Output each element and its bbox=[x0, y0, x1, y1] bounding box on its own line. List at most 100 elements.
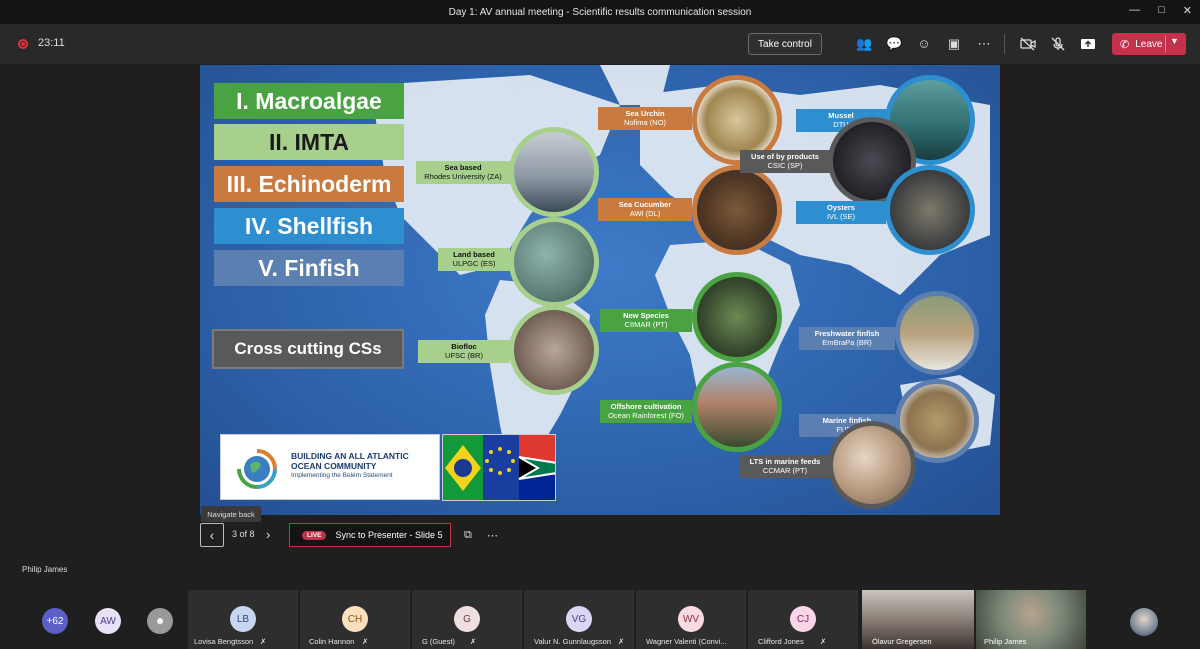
participant-tile[interactable]: CH Colin Hannon ✗ bbox=[300, 590, 410, 649]
more-options-icon[interactable]: ⋯ bbox=[487, 529, 498, 542]
participant-avatar: G bbox=[454, 606, 480, 632]
sea-urchin-org: Nofima (NO) bbox=[623, 118, 667, 128]
participant-video-tile[interactable]: Ólavur Gregersen bbox=[862, 590, 974, 649]
by-products-org: CSIC (SP) bbox=[767, 161, 803, 171]
partner-flags bbox=[442, 434, 556, 501]
participant-name: Valur N. Gunnlaugsson bbox=[534, 637, 611, 646]
close-icon[interactable]: ✕ bbox=[1183, 4, 1192, 17]
pop-out-icon[interactable]: ⧉ bbox=[464, 529, 472, 542]
leave-divider bbox=[1165, 36, 1166, 52]
participant-tile[interactable]: WV Wagner Valenti (Convi... bbox=[636, 590, 746, 649]
mic-off-icon: ✗ bbox=[618, 637, 625, 646]
participant-tile[interactable]: CJ Clifford Jones ✗ bbox=[748, 590, 858, 649]
self-avatar[interactable] bbox=[1130, 608, 1158, 636]
minimize-icon[interactable]: — bbox=[1129, 4, 1140, 17]
land-based-title: Land based bbox=[453, 250, 495, 259]
mic-off-icon[interactable] bbox=[1050, 36, 1066, 52]
reactions-icon[interactable]: ☺ bbox=[916, 36, 932, 52]
sync-label: Sync to Presenter - Slide 5 bbox=[335, 530, 443, 540]
share-icon[interactable] bbox=[1080, 36, 1096, 52]
sea-cucumber-label: Sea Cucumber AWI (DL) bbox=[598, 198, 692, 221]
new-species-org: CIIMAR (PT) bbox=[624, 320, 668, 330]
oysters-org: IVL (SE) bbox=[826, 212, 856, 222]
lts-photo bbox=[828, 421, 916, 509]
biofloc-label: Biofloc UFSC (BR) bbox=[418, 340, 510, 363]
chevron-right-icon[interactable]: › bbox=[266, 527, 270, 542]
content-stage: I. Macroalgae II. IMTA III. Echinoderm I… bbox=[0, 64, 1200, 590]
participant-name: Colin Hannon bbox=[309, 637, 355, 646]
by-products-title: Use of by products bbox=[751, 152, 819, 161]
chat-icon[interactable]: 💬 bbox=[886, 36, 902, 52]
people-icon[interactable]: 👥 bbox=[856, 36, 872, 52]
phone-icon: ✆ bbox=[1120, 38, 1130, 51]
offshore-title: Offshore cultivation bbox=[610, 402, 682, 411]
oysters-title: Oysters bbox=[827, 203, 855, 212]
freshwater-photo bbox=[895, 291, 979, 375]
land-based-label: Land based ULPGC (ES) bbox=[438, 248, 510, 271]
leave-label: Leave bbox=[1135, 38, 1163, 50]
participants-strip: +62 AW ☻ LB Lovisa Bengtsson ✗ CH Colin … bbox=[0, 590, 1200, 649]
mic-off-icon: ✗ bbox=[820, 637, 827, 646]
participant-name: Wagner Valenti (Convi... bbox=[646, 637, 727, 646]
take-control-button[interactable]: Take control bbox=[748, 33, 822, 55]
overflow-count[interactable]: +62 bbox=[42, 608, 68, 634]
freshwater-org: EmBraPa (BR) bbox=[822, 338, 872, 348]
all-atlantic-logo: BUILDING AN ALL ATLANTIC OCEAN COMMUNITY… bbox=[220, 434, 440, 500]
chevron-left-icon: ‹ bbox=[209, 527, 215, 543]
biofloc-title: Biofloc bbox=[451, 342, 477, 351]
camera-off-icon[interactable] bbox=[1020, 36, 1036, 52]
offshore-org: Ocean Rainforest (FO) bbox=[608, 411, 684, 421]
maximize-icon[interactable]: □ bbox=[1158, 4, 1165, 17]
participant-video-tile[interactable]: Philip James bbox=[976, 590, 1086, 649]
navigate-back-button[interactable]: ‹ bbox=[200, 523, 224, 547]
category-macroalgae: I. Macroalgae bbox=[214, 83, 404, 119]
participant-tile[interactable]: LB Lovisa Bengtsson ✗ bbox=[188, 590, 298, 649]
window-controls: — □ ✕ bbox=[1129, 4, 1192, 17]
mic-off-icon: ✗ bbox=[260, 637, 267, 646]
category-finfish: V. Finfish bbox=[214, 250, 404, 286]
land-based-org: ULPGC (ES) bbox=[452, 259, 496, 269]
lts-label: LTS in marine feeds CCMAR (PT) bbox=[740, 455, 830, 478]
leave-button[interactable]: ✆ Leave ▼ bbox=[1112, 33, 1186, 55]
oysters-label: Oysters IVL (SE) bbox=[796, 201, 886, 224]
lts-title: LTS in marine feeds bbox=[749, 457, 821, 466]
new-species-title: New Species bbox=[623, 311, 669, 320]
sync-to-presenter-button[interactable]: LIVE Sync to Presenter - Slide 5 bbox=[289, 523, 451, 547]
participant-avatar: WV bbox=[678, 606, 704, 632]
lts-org: CCMAR (PT) bbox=[762, 466, 808, 476]
sea-urchin-title: Sea Urchin bbox=[625, 109, 665, 118]
more-icon[interactable]: ⋯ bbox=[976, 36, 992, 52]
rooms-icon[interactable]: ▣ bbox=[946, 36, 962, 52]
logo-line-3: Implementing the Belém Statement bbox=[291, 471, 393, 479]
participant-tile[interactable]: G G (Guest) ✗ bbox=[412, 590, 522, 649]
participant-avatar[interactable]: AW bbox=[95, 608, 121, 634]
meeting-toolbar: 23:11 Take control 👥 💬 ☺ ▣ ⋯ ✆ Leave ▼ bbox=[0, 24, 1200, 64]
sea-based-org: Rhodes University (ZA) bbox=[424, 172, 502, 182]
cross-cutting-box: Cross cutting CSs bbox=[212, 329, 404, 369]
chevron-down-icon[interactable]: ▼ bbox=[1170, 36, 1179, 46]
mic-off-icon: ✗ bbox=[470, 637, 477, 646]
guest-person-icon[interactable]: ☻ bbox=[147, 608, 173, 634]
new-species-photo bbox=[692, 272, 782, 362]
category-echinoderm: III. Echinoderm bbox=[214, 166, 404, 202]
logo-text: BUILDING AN ALL ATLANTIC OCEAN COMMUNITY… bbox=[291, 451, 409, 479]
sea-cucumber-title: Sea Cucumber bbox=[618, 200, 672, 209]
navigate-back-tooltip: Navigate back bbox=[201, 506, 261, 522]
participant-avatar: LB bbox=[230, 606, 256, 632]
sea-based-photo bbox=[509, 127, 599, 217]
participant-avatar: VG bbox=[566, 606, 592, 632]
participant-tile[interactable]: VG Valur N. Gunnlaugsson ✗ bbox=[524, 590, 634, 649]
participant-name: G (Guest) bbox=[422, 637, 455, 646]
offshore-label: Offshore cultivation Ocean Rainforest (FO… bbox=[600, 400, 692, 423]
logo-line-2: OCEAN COMMUNITY bbox=[291, 460, 377, 471]
page-indicator: 3 of 8 bbox=[232, 529, 255, 539]
freshwater-title: Freshwater finfish bbox=[814, 329, 880, 338]
offshore-photo bbox=[692, 362, 782, 452]
flags-image bbox=[443, 435, 555, 500]
recording-icon bbox=[18, 39, 28, 49]
category-shellfish: IV. Shellfish bbox=[214, 208, 404, 244]
participant-name: Lovisa Bengtsson bbox=[194, 637, 254, 646]
toolbar-divider bbox=[1004, 34, 1005, 54]
biofloc-photo bbox=[509, 305, 599, 395]
participant-avatar: CJ bbox=[790, 606, 816, 632]
